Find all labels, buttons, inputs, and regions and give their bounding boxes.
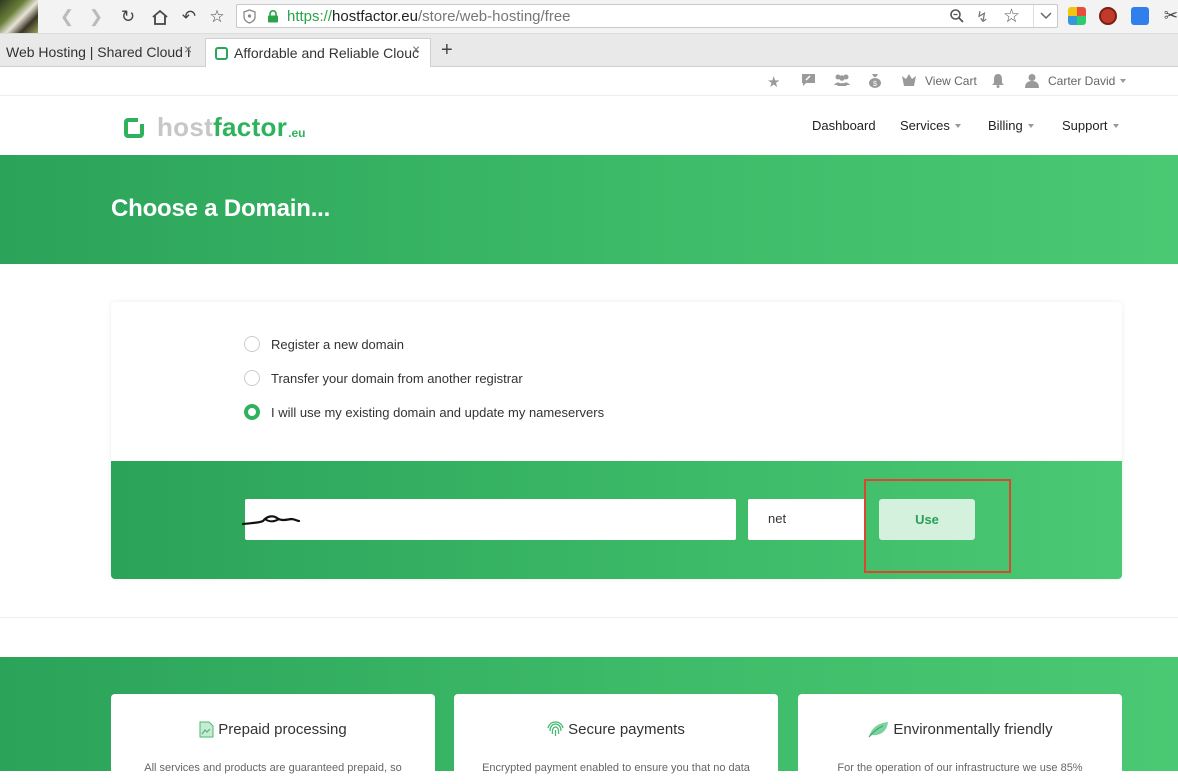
account-bar: ★ $ View Cart Carter David bbox=[0, 67, 1178, 96]
shield-icon[interactable] bbox=[243, 9, 256, 24]
lock-icon bbox=[268, 10, 278, 23]
url-host: hostfactor.eu bbox=[332, 8, 418, 25]
lightning-icon[interactable]: ↯ bbox=[976, 8, 989, 26]
undo-icon[interactable]: ↶ bbox=[178, 6, 200, 28]
view-cart-link[interactable]: View Cart bbox=[925, 74, 977, 88]
new-tab-button[interactable]: + bbox=[441, 39, 453, 62]
radio-register[interactable] bbox=[244, 336, 260, 352]
scissors-icon[interactable]: ✂ bbox=[1160, 5, 1178, 27]
profile-avatar[interactable] bbox=[0, 0, 38, 33]
feature-title-text: Secure payments bbox=[568, 721, 685, 738]
redaction-scribble bbox=[241, 515, 301, 526]
nav-billing-label: Billing bbox=[988, 118, 1023, 133]
nav-billing[interactable]: Billing bbox=[988, 118, 1034, 133]
radio-transfer[interactable] bbox=[244, 370, 260, 386]
tab-web-hosting[interactable]: Web Hosting | Shared Cloud I bbox=[0, 38, 202, 67]
cart-icon[interactable] bbox=[901, 73, 917, 91]
fingerprint-icon bbox=[547, 721, 564, 736]
option-label: I will use my existing domain and update… bbox=[271, 404, 605, 420]
logo-host-text: host bbox=[157, 112, 214, 142]
bookmark-star-icon[interactable]: ☆ bbox=[206, 6, 228, 28]
logo-tld-text: .eu bbox=[288, 126, 306, 140]
leaf-icon bbox=[868, 722, 889, 738]
close-icon[interactable]: × bbox=[184, 41, 192, 57]
tab-affordable-cloud[interactable]: Affordable and Reliable Clouc bbox=[205, 38, 431, 67]
user-name: Carter David bbox=[1048, 74, 1116, 88]
tab-bar: Web Hosting | Shared Cloud I × Affordabl… bbox=[0, 34, 1178, 67]
feature-description: For the operation of our infrastructure … bbox=[837, 762, 1083, 774]
section-divider bbox=[0, 617, 1178, 618]
caret-down-icon bbox=[1027, 124, 1034, 128]
nav-support-label: Support bbox=[1062, 118, 1108, 133]
back-icon[interactable]: ❮ bbox=[56, 6, 78, 28]
tab-title: Web Hosting | Shared Cloud I bbox=[6, 44, 191, 60]
browser-toolbar: ❮ ❯ ↻ ↶ ☆ https://hostfactor.eu/store/we… bbox=[0, 0, 1178, 34]
svg-text:$: $ bbox=[873, 81, 877, 88]
feature-title: Prepaid processing bbox=[111, 721, 435, 738]
hostfactor-favicon-icon bbox=[215, 47, 228, 60]
feature-title-text: Prepaid processing bbox=[218, 721, 347, 738]
page-banner: Choose a Domain... bbox=[0, 155, 1178, 264]
caret-down-icon bbox=[1120, 79, 1127, 83]
feature-description: All services and products are guaranteed… bbox=[144, 762, 402, 774]
chat-icon[interactable] bbox=[801, 73, 816, 91]
url-protocol: https:// bbox=[287, 8, 333, 25]
radio-existing[interactable] bbox=[244, 404, 260, 420]
address-bar[interactable]: https://hostfactor.eu/store/web-hosting/… bbox=[236, 4, 1058, 28]
zoom-icon[interactable] bbox=[949, 8, 965, 28]
reload-icon[interactable]: ↻ bbox=[117, 6, 139, 28]
money-bag-icon[interactable]: $ bbox=[868, 73, 882, 92]
logo-factor-text: factor bbox=[213, 112, 288, 142]
chevron-down-icon[interactable] bbox=[1033, 5, 1052, 27]
document-icon bbox=[199, 721, 214, 738]
option-register-domain[interactable]: Register a new domain bbox=[244, 335, 404, 353]
nav-services-label: Services bbox=[900, 118, 950, 133]
option-label: Register a new domain bbox=[271, 336, 404, 352]
feature-title-text: Environmentally friendly bbox=[893, 721, 1053, 738]
extension-blue-icon[interactable] bbox=[1131, 7, 1149, 25]
nav-support[interactable]: Support bbox=[1062, 118, 1119, 133]
forward-icon[interactable]: ❯ bbox=[85, 6, 107, 28]
nav-services[interactable]: Services bbox=[900, 118, 961, 133]
bell-icon[interactable] bbox=[991, 73, 1005, 92]
option-existing-domain[interactable]: I will use my existing domain and update… bbox=[244, 403, 604, 421]
domain-name-input[interactable] bbox=[245, 499, 736, 540]
site-header: host factor .eu Dashboard Services Billing… bbox=[0, 96, 1178, 155]
caret-down-icon bbox=[1112, 124, 1119, 128]
feature-description: Encrypted payment enabled to ensure you … bbox=[482, 762, 750, 774]
user-icon[interactable] bbox=[1025, 73, 1039, 92]
tld-select[interactable]: net bbox=[748, 499, 866, 540]
tab-title: Affordable and Reliable Clouc bbox=[234, 45, 419, 61]
feature-title: Environmentally friendly bbox=[798, 721, 1122, 738]
highlight-box bbox=[864, 479, 1011, 573]
hostfactor-logo[interactable]: host factor .eu bbox=[124, 112, 305, 143]
option-transfer-domain[interactable]: Transfer your domain from another regist… bbox=[244, 369, 523, 387]
url-path: /store/web-hosting/free bbox=[417, 8, 571, 25]
url-text: https://hostfactor.eu/store/web-hosting/… bbox=[287, 8, 571, 25]
option-label: Transfer your domain from another regist… bbox=[271, 370, 523, 386]
home-icon[interactable] bbox=[149, 6, 171, 28]
nav-dashboard[interactable]: Dashboard bbox=[812, 118, 876, 133]
logo-mark-icon bbox=[124, 115, 146, 138]
caret-down-icon bbox=[954, 124, 961, 128]
page-title: Choose a Domain... bbox=[111, 195, 331, 222]
feature-title: Secure payments bbox=[454, 721, 778, 738]
users-icon[interactable] bbox=[833, 73, 851, 91]
close-icon[interactable]: × bbox=[412, 41, 420, 57]
user-menu[interactable]: Carter David bbox=[1048, 74, 1127, 88]
star-icon[interactable]: ★ bbox=[767, 73, 780, 91]
apps-icon[interactable] bbox=[1068, 7, 1086, 25]
extension-red-icon[interactable] bbox=[1099, 7, 1117, 25]
favorite-star-icon[interactable]: ☆ bbox=[1003, 5, 1020, 28]
